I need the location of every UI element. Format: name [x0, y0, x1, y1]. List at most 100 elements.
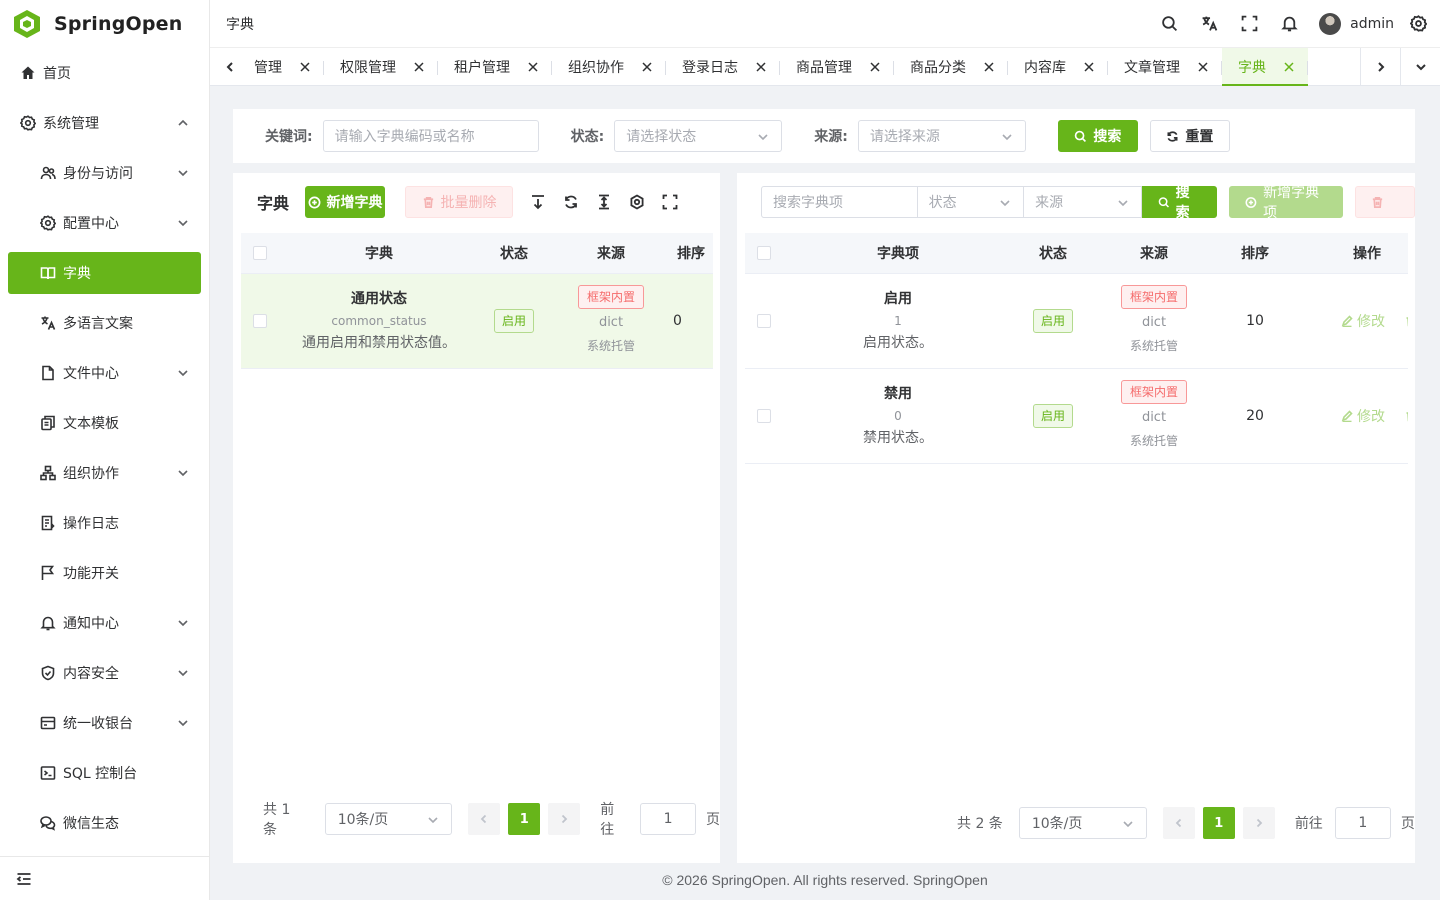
tab-item[interactable]: 组织协作: [552, 48, 666, 86]
add-item-button[interactable]: 新增字典项: [1229, 185, 1343, 221]
sidebar-item-sql-console[interactable]: SQL 控制台: [0, 748, 209, 798]
column-header[interactable]: 排序: [1215, 233, 1295, 274]
sidebar-collapse-button[interactable]: [0, 856, 209, 900]
select-all-checkbox[interactable]: [253, 245, 267, 260]
export-icon[interactable]: [521, 186, 554, 218]
close-icon[interactable]: [984, 61, 994, 72]
close-icon[interactable]: [1284, 61, 1294, 72]
delete-link[interactable]: 删: [1405, 406, 1408, 426]
prev-page-button[interactable]: [468, 803, 501, 835]
sidebar-item-oplog[interactable]: 操作日志: [0, 498, 209, 548]
table-row[interactable]: 启用 1 启用状态。 启用 框架内置 dict 系统托管 10 修改 删: [745, 273, 1408, 369]
status-placeholder: 请选择状态: [626, 129, 697, 145]
next-page-button[interactable]: [1242, 807, 1275, 839]
column-header[interactable]: 来源: [1093, 233, 1215, 274]
tab-item[interactable]: 文章管理: [1108, 48, 1222, 86]
column-settings-icon[interactable]: [620, 186, 653, 218]
sidebar-item-config[interactable]: 配置中心: [0, 198, 209, 248]
page-size-select[interactable]: 10条/页: [1018, 807, 1147, 839]
tab-item-active[interactable]: 字典: [1222, 47, 1308, 86]
item-source-select[interactable]: 来源: [1023, 186, 1142, 218]
tab-item[interactable]: 商品分类: [894, 48, 1008, 86]
sidebar-item-identity[interactable]: 身份与访问: [0, 148, 209, 198]
sidebar-item-i18n[interactable]: 多语言文案: [0, 298, 209, 348]
table-row[interactable]: 禁用 0 禁用状态。 启用 框架内置 dict 系统托管 20 修改 删: [745, 368, 1408, 464]
bell-icon[interactable]: [1269, 0, 1309, 48]
close-icon[interactable]: [528, 61, 538, 72]
column-header[interactable]: 状态: [1013, 233, 1093, 274]
status-select[interactable]: 请选择状态: [614, 120, 783, 152]
sidebar-item-templates[interactable]: 文本模板: [0, 398, 209, 448]
close-icon[interactable]: [300, 61, 310, 72]
batch-delete-button[interactable]: 批量删除: [405, 186, 514, 218]
edit-link[interactable]: 修改: [1341, 311, 1385, 331]
item-batch-delete-button[interactable]: [1354, 186, 1415, 218]
item-search-input[interactable]: 搜索字典项: [761, 186, 918, 218]
density-icon[interactable]: [587, 186, 620, 218]
row-checkbox[interactable]: [757, 408, 771, 423]
tab-item[interactable]: 登录日志: [666, 48, 780, 86]
fullscreen-icon[interactable]: [1229, 0, 1269, 48]
column-header[interactable]: 字典项: [783, 233, 1013, 274]
sidebar-item-org[interactable]: 组织协作: [0, 448, 209, 498]
tab-item[interactable]: 管理: [248, 48, 324, 86]
goto-page-input[interactable]: 1: [640, 803, 696, 835]
close-icon[interactable]: [414, 61, 424, 72]
settings-icon[interactable]: [1408, 0, 1428, 48]
row-checkbox[interactable]: [757, 313, 771, 328]
tab-item[interactable]: 权限管理: [324, 48, 438, 86]
search-button[interactable]: 搜索: [1057, 120, 1138, 152]
row-checkbox[interactable]: [253, 313, 267, 328]
source-select[interactable]: 请选择来源: [857, 120, 1026, 152]
next-page-button[interactable]: [548, 803, 581, 835]
sidebar-item-label: 功能开关: [63, 566, 119, 582]
reset-button[interactable]: 重置: [1149, 120, 1230, 152]
sidebar-item-label: 身份与访问: [63, 166, 133, 182]
column-header[interactable]: 字典: [279, 233, 479, 274]
fullscreen-icon[interactable]: [653, 186, 686, 218]
close-icon[interactable]: [756, 61, 766, 72]
page-size-select[interactable]: 10条/页: [324, 803, 453, 835]
language-icon[interactable]: [1189, 0, 1229, 48]
close-icon[interactable]: [642, 61, 652, 72]
avatar[interactable]: [1319, 12, 1342, 35]
search-icon[interactable]: [1149, 0, 1189, 48]
sidebar-item-cashier[interactable]: 统一收银台: [0, 698, 209, 748]
goto-page-input[interactable]: 1: [1334, 807, 1391, 839]
page-number-current[interactable]: 1: [1202, 807, 1235, 839]
select-all-checkbox[interactable]: [757, 245, 771, 260]
page-number-current[interactable]: 1: [508, 803, 541, 835]
sidebar-item-wechat[interactable]: 微信生态: [0, 798, 209, 848]
sidebar-item-notifications[interactable]: 通知中心: [0, 598, 209, 648]
tabs-scroll-left[interactable]: [210, 48, 250, 86]
sidebar-item-dictionary[interactable]: 字典: [8, 252, 201, 294]
username[interactable]: admin: [1350, 16, 1394, 32]
sidebar-item-content-security[interactable]: 内容安全: [0, 648, 209, 698]
tab-item[interactable]: 租户管理: [438, 48, 552, 86]
column-header[interactable]: 来源: [549, 233, 673, 274]
tabs-scroll-right[interactable]: [1360, 47, 1400, 86]
close-icon[interactable]: [870, 61, 880, 72]
logo[interactable]: SpringOpen: [0, 0, 209, 48]
sidebar-item-system[interactable]: 系统管理: [0, 98, 209, 148]
sidebar-item-feature-flags[interactable]: 功能开关: [0, 548, 209, 598]
prev-page-button[interactable]: [1162, 807, 1195, 839]
item-search-button[interactable]: 搜索: [1141, 185, 1218, 221]
refresh-icon[interactable]: [554, 186, 587, 218]
column-header[interactable]: 排序: [673, 233, 713, 274]
add-dictionary-button[interactable]: 新增字典: [305, 186, 386, 218]
close-icon[interactable]: [1084, 61, 1094, 72]
tab-item[interactable]: 内容库: [1008, 48, 1108, 86]
sidebar-item-files[interactable]: 文件中心: [0, 348, 209, 398]
item-status-select[interactable]: 状态: [916, 186, 1025, 218]
keyword-input[interactable]: 请输入字典编码或名称: [322, 120, 539, 152]
column-header[interactable]: 操作: [1295, 233, 1408, 274]
close-icon[interactable]: [1198, 61, 1208, 72]
tabs-more-dropdown[interactable]: [1400, 47, 1440, 86]
edit-link[interactable]: 修改: [1341, 406, 1385, 426]
delete-link[interactable]: 删: [1405, 311, 1408, 331]
table-row[interactable]: 通用状态 common_status 通用启用和禁用状态值。 启用 框架内置 d…: [241, 273, 713, 369]
column-header[interactable]: 状态: [479, 233, 549, 274]
tab-item[interactable]: 商品管理: [780, 48, 894, 86]
sidebar-item-home[interactable]: 首页: [0, 48, 209, 98]
